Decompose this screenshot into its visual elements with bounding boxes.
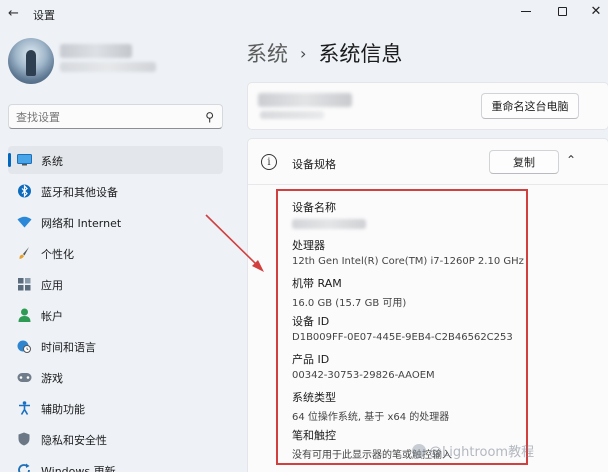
sidebar-item-label: Windows 更新 (41, 465, 116, 472)
annotation-highlight-box (276, 189, 528, 465)
sidebar-item-label: 帐户 (41, 310, 63, 323)
brush-icon (16, 245, 32, 261)
sidebar-item-time-language[interactable]: 时间和语言 (8, 332, 223, 360)
sidebar-item-label: 游戏 (41, 372, 63, 385)
person-icon (16, 307, 32, 323)
breadcrumb: 系统 › 系统信息 (246, 38, 402, 68)
watermark-logo-icon (412, 444, 426, 458)
update-icon (16, 462, 32, 472)
sidebar-item-label: 个性化 (41, 248, 74, 261)
profile-email-redacted (60, 62, 156, 72)
search-box[interactable]: ⚲ (8, 104, 223, 129)
info-icon: i (261, 154, 277, 170)
apps-icon (16, 276, 32, 292)
copy-button[interactable]: 复制 (489, 150, 559, 174)
chevron-up-icon[interactable]: ⌃ (566, 153, 576, 167)
app-title: 设置 (33, 9, 55, 22)
device-name-redacted (258, 93, 352, 107)
wifi-icon (16, 214, 32, 230)
sidebar-item-personalization[interactable]: 个性化 (8, 239, 223, 267)
search-icon[interactable]: ⚲ (205, 110, 214, 124)
globe-clock-icon (16, 338, 32, 354)
search-input[interactable] (16, 109, 196, 125)
sidebar-item-label: 应用 (41, 279, 63, 292)
monitor-icon (16, 152, 32, 168)
breadcrumb-parent[interactable]: 系统 (246, 38, 288, 68)
title-bar: ← 设置 ✕ (0, 0, 608, 28)
sidebar-item-label: 蓝牙和其他设备 (41, 186, 118, 199)
page-title: 系统信息 (318, 42, 403, 66)
arrow-left-icon[interactable]: ← (8, 6, 19, 21)
specs-header[interactable]: i 设备规格 复制 ⌃ (248, 139, 608, 185)
device-model-redacted (260, 111, 324, 119)
sidebar-item-apps[interactable]: 应用 (8, 270, 223, 298)
sidebar-item-windows-update[interactable]: Windows 更新 (8, 456, 223, 472)
sidebar-item-label: 时间和语言 (41, 341, 96, 354)
sidebar-item-label: 隐私和安全性 (41, 434, 107, 447)
sidebar-item-privacy[interactable]: 隐私和安全性 (8, 425, 223, 453)
sidebar-item-label: 网络和 Internet (41, 217, 122, 230)
sidebar-item-accounts[interactable]: 帐户 (8, 301, 223, 329)
chevron-right-icon: › (300, 43, 307, 63)
device-card: 重命名这台电脑 (247, 82, 608, 130)
close-icon: ✕ (590, 3, 602, 19)
specs-title: 设备规格 (292, 158, 336, 171)
sidebar-item-gaming[interactable]: 游戏 (8, 363, 223, 391)
gamepad-icon (16, 369, 32, 385)
sidebar-item-bluetooth[interactable]: 蓝牙和其他设备 (8, 177, 223, 205)
avatar[interactable] (8, 38, 54, 84)
sidebar-item-label: 辅助功能 (41, 403, 85, 416)
profile-name-redacted (60, 44, 132, 58)
watermark-text: @Lightroom教程 (429, 445, 535, 460)
maximize-button[interactable] (551, 2, 573, 20)
sidebar-item-accessibility[interactable]: 辅助功能 (8, 394, 223, 422)
bluetooth-icon (16, 183, 32, 199)
minimize-icon (521, 10, 531, 12)
rename-pc-button[interactable]: 重命名这台电脑 (481, 93, 579, 119)
maximize-icon (557, 6, 567, 16)
minimize-button[interactable] (515, 2, 537, 20)
close-button[interactable]: ✕ (585, 2, 607, 20)
watermark: @Lightroom教程 (412, 441, 534, 460)
accessibility-icon (16, 400, 32, 416)
active-indicator (8, 153, 11, 167)
sidebar-item-network[interactable]: 网络和 Internet (8, 208, 223, 236)
sidebar-item-system[interactable]: 系统 (8, 146, 223, 174)
shield-icon (16, 431, 32, 447)
sidebar-item-label: 系统 (41, 155, 63, 168)
